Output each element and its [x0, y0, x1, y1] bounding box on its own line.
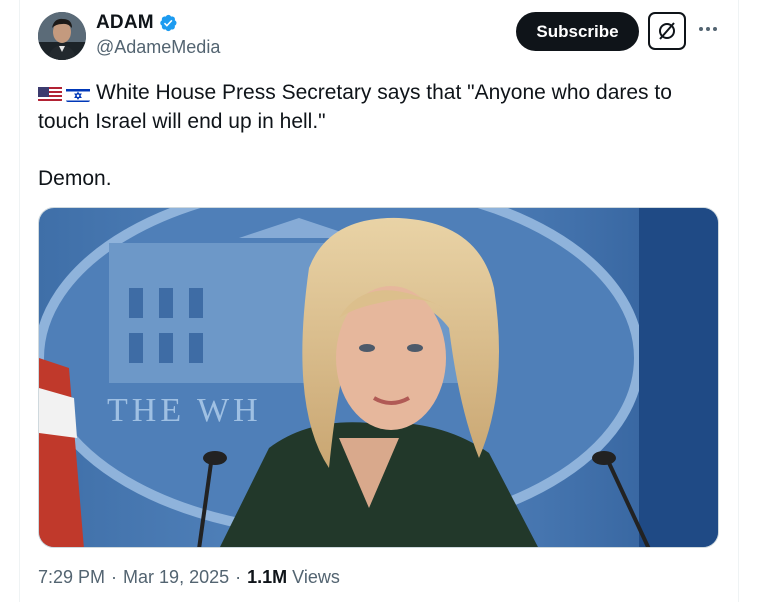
- grok-icon[interactable]: [648, 12, 686, 50]
- tweet-image[interactable]: THE WH: [38, 207, 719, 548]
- tweet-time[interactable]: 7:29 PM: [38, 567, 105, 588]
- tweet-text: White House Press Secretary says that "A…: [38, 78, 718, 136]
- tweet-date[interactable]: Mar 19, 2025: [123, 567, 229, 588]
- subscribe-button[interactable]: Subscribe: [516, 12, 639, 51]
- author-name[interactable]: ADAM: [96, 12, 178, 34]
- tweet-meta: 7:29 PM · Mar 19, 2025 · 1.1M Views: [38, 567, 340, 588]
- svg-text:THE WH: THE WH: [107, 392, 262, 429]
- tweet-body-line2: Demon.: [38, 167, 112, 190]
- separator-dot: ·: [235, 567, 242, 587]
- author-handle[interactable]: @AdameMedia: [96, 37, 220, 58]
- tweet-body: White House Press Secretary says that "A…: [38, 81, 672, 133]
- verified-badge-icon: [160, 14, 177, 32]
- views-count: 1.1M: [247, 567, 288, 587]
- israel-flag-icon: [66, 84, 90, 102]
- views-label: Views: [292, 567, 340, 587]
- avatar[interactable]: [38, 12, 86, 60]
- separator-dot: ·: [111, 567, 118, 587]
- author-name-text[interactable]: ADAM: [96, 12, 154, 34]
- flags: [38, 84, 90, 102]
- more-options-icon[interactable]: [697, 18, 719, 40]
- us-flag-icon: [38, 84, 62, 102]
